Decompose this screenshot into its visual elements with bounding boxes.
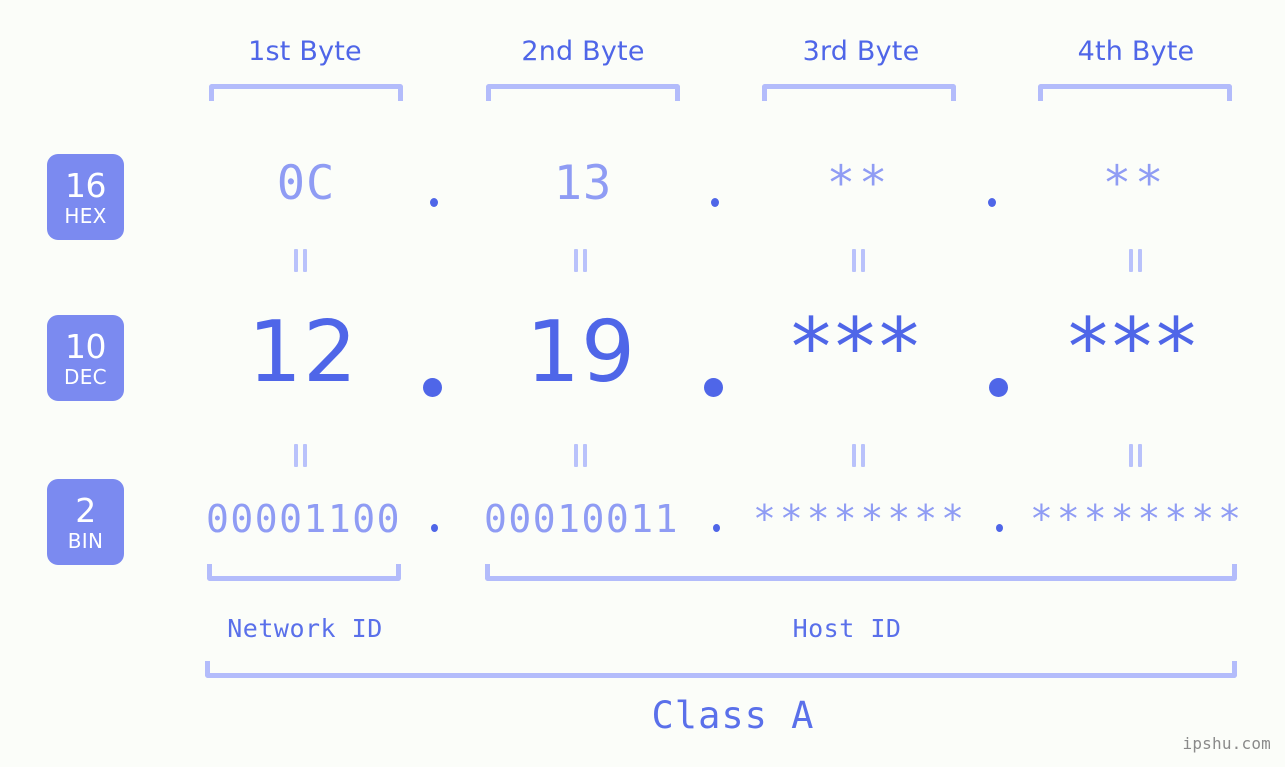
network-id-bracket bbox=[207, 564, 401, 581]
dec-dot-separator-2 bbox=[704, 378, 723, 397]
radix-badge-bin: 2 BIN bbox=[47, 479, 124, 565]
dec-byte-2: 19 bbox=[525, 303, 637, 402]
bin-dot-separator-1 bbox=[431, 524, 438, 532]
bin-byte-2: 00010011 bbox=[483, 497, 680, 541]
hex-byte-4: ** bbox=[1102, 156, 1168, 211]
host-id-bracket bbox=[485, 564, 1237, 581]
bin-byte-4: ******** bbox=[1030, 497, 1246, 541]
radix-badge-hex: 16 HEX bbox=[47, 154, 124, 240]
equals-connector-dec-bin-3 bbox=[851, 444, 866, 467]
byte-bracket-3 bbox=[762, 84, 956, 101]
byte-header-1: 1st Byte bbox=[248, 36, 362, 67]
hex-dot-separator-3 bbox=[988, 198, 996, 207]
radix-badge-bin-number: 2 bbox=[75, 490, 96, 530]
bin-dot-separator-2 bbox=[713, 524, 720, 532]
hex-dot-separator-1 bbox=[430, 198, 438, 207]
radix-badge-hex-number: 16 bbox=[65, 165, 107, 205]
bin-byte-3: ******** bbox=[753, 497, 969, 541]
class-bracket bbox=[205, 661, 1237, 678]
byte-bracket-4 bbox=[1038, 84, 1232, 101]
equals-connector-dec-bin-2 bbox=[573, 444, 588, 467]
byte-bracket-2 bbox=[486, 84, 680, 101]
equals-connector-dec-bin-1 bbox=[293, 444, 308, 467]
hex-byte-1: 0C bbox=[276, 156, 336, 211]
dec-byte-3: *** bbox=[791, 301, 923, 394]
network-id-label: Network ID bbox=[227, 614, 383, 643]
byte-bracket-1 bbox=[209, 84, 403, 101]
dec-byte-4: *** bbox=[1068, 301, 1200, 394]
radix-badge-bin-name: BIN bbox=[67, 528, 104, 553]
bin-byte-1: 00001100 bbox=[205, 497, 402, 541]
byte-header-4: 4th Byte bbox=[1077, 36, 1195, 67]
hex-byte-3: ** bbox=[826, 156, 892, 211]
equals-connector-hex-dec-4 bbox=[1128, 249, 1143, 272]
equals-connector-hex-dec-3 bbox=[851, 249, 866, 272]
dec-dot-separator-3 bbox=[989, 378, 1008, 397]
byte-header-3: 3rd Byte bbox=[802, 36, 920, 67]
site-watermark: ipshu.com bbox=[1182, 734, 1271, 753]
equals-connector-hex-dec-2 bbox=[573, 249, 588, 272]
equals-connector-hex-dec-1 bbox=[293, 249, 308, 272]
host-id-label: Host ID bbox=[792, 614, 902, 643]
dec-dot-separator-1 bbox=[423, 378, 442, 397]
ip-breakdown-diagram: 1st Byte 2nd Byte 3rd Byte 4th Byte 16 H… bbox=[0, 0, 1285, 767]
bin-dot-separator-3 bbox=[996, 524, 1003, 532]
radix-badge-dec-number: 10 bbox=[65, 326, 107, 366]
hex-dot-separator-2 bbox=[711, 198, 719, 207]
radix-badge-dec: 10 DEC bbox=[47, 315, 124, 401]
byte-header-2: 2nd Byte bbox=[521, 36, 645, 67]
dec-byte-1: 12 bbox=[247, 303, 359, 402]
equals-connector-dec-bin-4 bbox=[1128, 444, 1143, 467]
radix-badge-dec-name: DEC bbox=[64, 364, 107, 389]
hex-byte-2: 13 bbox=[553, 156, 613, 211]
class-label: Class A bbox=[651, 694, 815, 737]
radix-badge-hex-name: HEX bbox=[64, 203, 107, 228]
